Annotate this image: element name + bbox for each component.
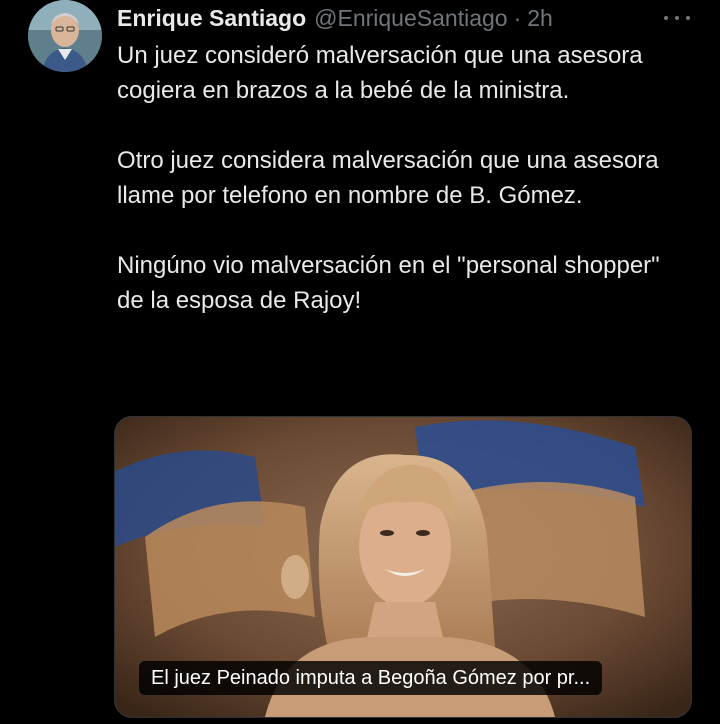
separator-dot: · <box>513 4 522 31</box>
tweet-paragraph: Otro juez considera malversación que una… <box>117 147 659 209</box>
avatar[interactable] <box>28 0 102 72</box>
tweet-paragraph: Un juez consideró malversación que una a… <box>117 42 643 104</box>
tweet[interactable]: Enrique Santiago @EnriqueSantiago · 2h U… <box>0 0 720 724</box>
tweet-header: Enrique Santiago @EnriqueSantiago · 2h <box>117 2 553 34</box>
author-handle[interactable]: @EnriqueSantiago <box>314 5 507 32</box>
tweet-media[interactable]: El juez Peinado imputa a Begoña Gómez po… <box>114 416 692 718</box>
media-caption: El juez Peinado imputa a Begoña Gómez po… <box>139 661 603 695</box>
avatar-photo <box>28 0 102 72</box>
timestamp[interactable]: 2h <box>527 5 553 32</box>
tweet-paragraph: Ningúno vio malversación en el "personal… <box>117 252 660 314</box>
more-horizontal-icon[interactable] <box>664 8 690 28</box>
tweet-text: Un juez consideró malversación que una a… <box>117 38 677 353</box>
author-name[interactable]: Enrique Santiago <box>117 5 306 32</box>
